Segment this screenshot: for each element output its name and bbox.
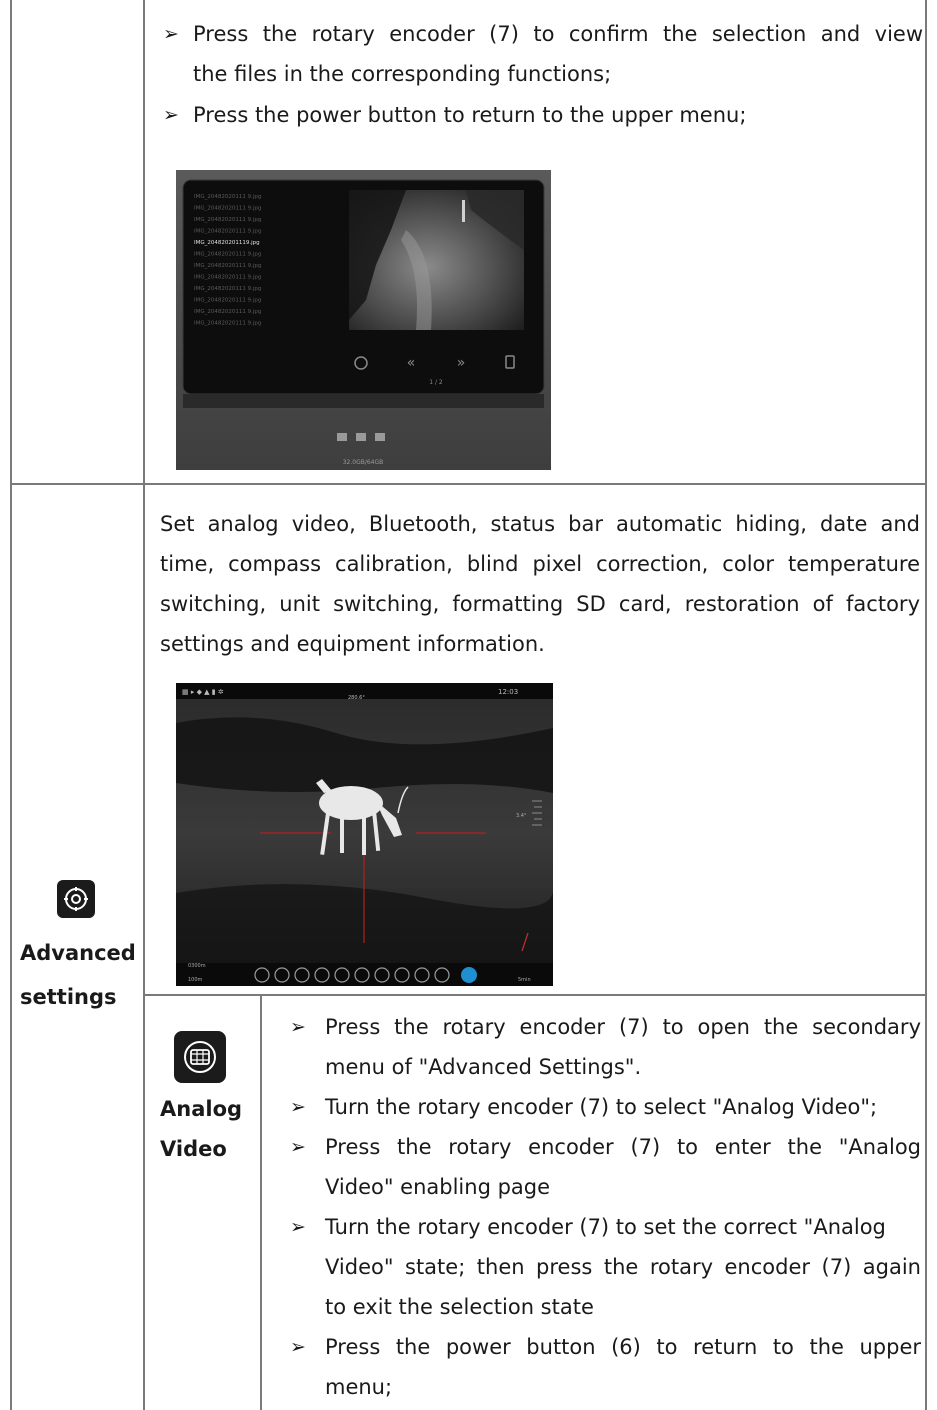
file-list-item[interactable]: IMG_20482020111 9.jpg [194,229,261,235]
page-indicator: 1 / 2 [429,379,443,386]
bullet-arrow: ➢ [290,1216,306,1238]
analog-video-label-line2: Video [160,1137,227,1161]
analog-video-icon [174,1031,226,1083]
settings-selected-icon[interactable] [461,967,477,983]
bullet-arrow: ➢ [290,1336,306,1358]
bullet-arrow: ➢ [163,23,179,45]
video-tab-icon[interactable] [356,433,366,441]
advanced-settings-label-line2: settings [20,985,117,1009]
row2-desc-line3: switching, unit switching, formatting SD… [160,592,920,616]
bullet-arrow: ➢ [290,1136,306,1158]
thermal-scope-graphic: ▦ ▸ ◆ ▲ ▮ ✲ 12:03 280.6° 3.4° 0300m 100m… [176,683,553,986]
file-list-item[interactable]: IMG_20482020111 9.jpg [194,286,261,292]
advanced-settings-icon [57,880,95,918]
previous-icon[interactable]: « [407,355,416,371]
step4-line3: to exit the selection state [325,1295,594,1319]
file-list-item[interactable]: IMG_20482020111 9.jpg [194,252,261,258]
incline-readout: 3.4° [516,813,527,819]
bullet-arrow: ➢ [290,1016,306,1038]
step5-line2: menu; [325,1375,393,1399]
step1-line1: Press the rotary encoder (7) to open the… [325,1015,921,1039]
file-browser-graphic: IMG_20482020111 9.jpg IMG_20482020111 9.j… [176,170,551,470]
row2-desc-line2: time, compass calibration, blind pixel c… [160,552,920,576]
file-list-item[interactable]: IMG_20482020111 9.jpg [194,217,261,223]
file-list-item[interactable]: IMG_20482020111 9.jpg [194,275,261,281]
gallery-tab-icon[interactable] [375,433,385,441]
file-browser-screenshot: IMG_20482020111 9.jpg IMG_20482020111 9.j… [176,170,551,470]
timer-readout: 5min [518,977,531,983]
next-icon[interactable]: » [457,355,466,371]
thermal-scope-screenshot: ▦ ▸ ◆ ▲ ▮ ✲ 12:03 280.6° 3.4° 0300m 100m… [176,683,553,986]
table-border-left [10,0,12,1410]
row-divider-1 [10,483,927,485]
storage-readout: 32.0GB/64GB [343,459,384,466]
bullet-arrow: ➢ [163,104,179,126]
zoom-readout: 100m [188,977,203,983]
step1-line2: menu of "Advanced Settings". [325,1055,642,1079]
step3-line1: Press the rotary encoder (7) to enter th… [325,1135,921,1159]
table-border-right [925,0,927,1410]
range-readout: 0300m [188,963,206,969]
step3-line2: Video" enabling page [325,1175,551,1199]
heading-readout: 280.6° [348,695,365,701]
row1-bullet2: Press the power button to return to the … [193,103,747,127]
step2-line1: Turn the rotary encoder (7) to select "A… [325,1095,878,1119]
step5-line1: Press the power button (6) to return to … [325,1335,921,1359]
row2-desc-line1: Set analog video, Bluetooth, status bar … [160,512,920,536]
row1-bullet1-line1: Press the rotary encoder (7) to confirm … [193,22,923,46]
file-list-item[interactable]: IMG_204820201119.jpg [194,240,260,246]
photo-tab-icon[interactable] [337,433,347,441]
subrow-col-divider [260,994,262,1410]
film-icon [184,1041,216,1073]
gear-icon [64,887,88,911]
bullet-arrow: ➢ [290,1096,306,1118]
file-list-item[interactable]: IMG_20482020111 9.jpg [194,206,261,212]
file-list-item[interactable]: IMG_20482020111 9.jpg [194,321,261,327]
clock-readout: 12:03 [498,688,518,696]
advanced-settings-label-line1: Advanced [20,941,136,965]
row1-bullet1-line2: the files in the corresponding functions… [193,62,612,86]
file-list-item[interactable]: IMG_20482020111 9.jpg [194,194,261,200]
table-divider-col [143,0,145,1410]
status-icons: ▦ ▸ ◆ ▲ ▮ ✲ [182,688,224,696]
analog-video-label-line1: Analog [160,1097,243,1121]
row2-desc-line4: settings and equipment information. [160,632,545,656]
file-list-item[interactable]: IMG_20482020111 9.jpg [194,298,261,304]
step4-line2: Video" state; then press the rotary enco… [325,1255,921,1279]
step4-line1: Turn the rotary encoder (7) to set the c… [325,1215,886,1239]
file-list-item[interactable]: IMG_20482020111 9.jpg [194,309,261,315]
file-list-item[interactable]: IMG_20482020111 9.jpg [194,263,261,269]
